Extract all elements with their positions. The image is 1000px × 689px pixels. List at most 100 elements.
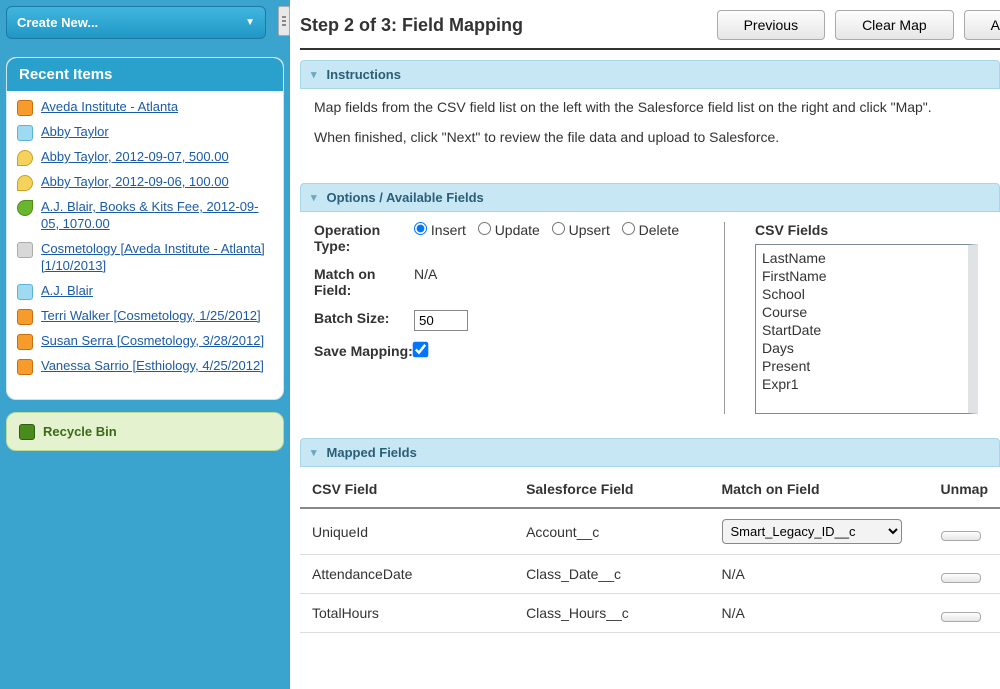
radio-insert-label: Insert [431, 222, 466, 238]
radio-upsert-wrap[interactable]: Upsert [552, 222, 610, 238]
create-new-label: Create New... [17, 15, 98, 30]
radio-update-wrap[interactable]: Update [478, 222, 540, 238]
radio-delete[interactable] [622, 222, 635, 235]
previous-button[interactable]: Previous [717, 10, 825, 40]
recent-item: A.J. Blair, Books & Kits Fee, 2012-09-05… [17, 199, 273, 233]
orange-icon [17, 334, 33, 350]
recent-item-link[interactable]: Aveda Institute - Atlanta [41, 99, 178, 116]
cell-csv-field: TotalHours [300, 594, 514, 633]
col-unmap: Unmap [929, 471, 1000, 508]
chevron-down-icon: ▼ [245, 17, 255, 28]
cell-unmap [929, 594, 1000, 633]
action-button-partial[interactable]: A [964, 10, 1000, 40]
orange-icon [17, 309, 33, 325]
radio-delete-label: Delete [639, 222, 679, 238]
csv-fields-heading: CSV Fields [755, 222, 978, 238]
recent-item: Terri Walker [Cosmetology, 1/25/2012] [17, 308, 273, 325]
blue-icon [17, 284, 33, 300]
recent-item-link[interactable]: A.J. Blair, Books & Kits Fee, 2012-09-05… [41, 199, 273, 233]
cell-unmap [929, 555, 1000, 594]
radio-update[interactable] [478, 222, 491, 235]
recent-item-link[interactable]: Susan Serra [Cosmetology, 3/28/2012] [41, 333, 264, 350]
radio-upsert[interactable] [552, 222, 565, 235]
recent-item-link[interactable]: Vanessa Sarrio [Esthiology, 4/25/2012] [41, 358, 264, 375]
save-mapping-checkbox[interactable] [413, 342, 429, 358]
match-on-field-select[interactable]: Smart_Legacy_ID__c [722, 519, 902, 544]
create-new-button[interactable]: Create New... ▼ [6, 6, 266, 39]
page-title: Step 2 of 3: Field Mapping [300, 15, 707, 36]
csv-field-option[interactable]: StartDate [762, 321, 962, 339]
instructions-line-1: Map fields from the CSV field list on th… [314, 99, 986, 115]
options-divider [724, 222, 725, 414]
table-row: AttendanceDateClass_Date__cN/A [300, 555, 1000, 594]
table-header-row: CSV Field Salesforce Field Match on Fiel… [300, 471, 1000, 508]
instructions-line-2: When finished, click "Next" to review th… [314, 129, 986, 145]
csv-field-option[interactable]: Present [762, 357, 962, 375]
col-sf-field: Salesforce Field [514, 471, 709, 508]
blue-icon [17, 125, 33, 141]
radio-insert-wrap[interactable]: Insert [414, 222, 466, 238]
options-header[interactable]: Options / Available Fields [300, 183, 1000, 212]
mapped-fields-table: CSV Field Salesforce Field Match on Fiel… [300, 471, 1000, 633]
yellow-icon [17, 150, 33, 166]
csv-field-option[interactable]: School [762, 285, 962, 303]
radio-delete-wrap[interactable]: Delete [622, 222, 679, 238]
table-row: TotalHoursClass_Hours__cN/A [300, 594, 1000, 633]
instructions-body: Map fields from the CSV field list on th… [300, 89, 1000, 183]
cell-match-field: N/A [710, 594, 929, 633]
operation-type-label: Operation Type: [314, 222, 414, 254]
col-match-field: Match on Field [710, 471, 929, 508]
csv-field-option[interactable]: FirstName [762, 267, 962, 285]
recent-item-link[interactable]: Cosmetology [Aveda Institute - Atlanta] … [41, 241, 273, 275]
csv-fields-listbox[interactable]: LastNameFirstNameSchoolCourseStartDateDa… [755, 244, 978, 414]
recycle-icon [19, 424, 35, 440]
csv-field-option[interactable]: Expr1 [762, 375, 962, 393]
radio-upsert-label: Upsert [569, 222, 610, 238]
recycle-bin-link[interactable]: Recycle Bin [6, 412, 284, 451]
green-icon [17, 200, 33, 216]
radio-update-label: Update [495, 222, 540, 238]
wizard-header: Step 2 of 3: Field Mapping Previous Clea… [300, 10, 1000, 50]
recent-item-link[interactable]: Abby Taylor, 2012-09-06, 100.00 [41, 174, 229, 191]
options-body: Operation Type: Insert Update Upsert Del… [300, 212, 1000, 438]
recent-items-header: Recent Items [7, 58, 283, 91]
recent-item-link[interactable]: Abby Taylor [41, 124, 109, 141]
recent-item: A.J. Blair [17, 283, 273, 300]
recent-item: Aveda Institute - Atlanta [17, 99, 273, 116]
orange-icon [17, 359, 33, 375]
csv-field-option[interactable]: Course [762, 303, 962, 321]
csv-field-option[interactable]: Days [762, 339, 962, 357]
csv-field-option[interactable]: LastName [762, 249, 962, 267]
batch-size-input[interactable] [414, 310, 468, 331]
unmap-button[interactable] [941, 612, 981, 622]
options-left-column: Operation Type: Insert Update Upsert Del… [314, 222, 694, 414]
operation-type-radios: Insert Update Upsert Delete [414, 222, 694, 254]
recent-item-link[interactable]: Terri Walker [Cosmetology, 1/25/2012] [41, 308, 261, 325]
recent-item: Abby Taylor [17, 124, 273, 141]
recent-item-link[interactable]: Abby Taylor, 2012-09-07, 500.00 [41, 149, 229, 166]
clear-map-button[interactable]: Clear Map [835, 10, 954, 40]
sidebar-collapse-handle[interactable] [278, 6, 290, 36]
main-content: Step 2 of 3: Field Mapping Previous Clea… [290, 0, 1000, 689]
cell-csv-field: AttendanceDate [300, 555, 514, 594]
orange-icon [17, 100, 33, 116]
unmap-button[interactable] [941, 573, 981, 583]
recent-items-list: Aveda Institute - Atlanta Abby Taylor Abby… [7, 91, 283, 399]
save-mapping-label: Save Mapping: [314, 343, 414, 359]
recent-item: Susan Serra [Cosmetology, 3/28/2012] [17, 333, 273, 350]
recent-item: Vanessa Sarrio [Esthiology, 4/25/2012] [17, 358, 273, 375]
unmap-button[interactable] [941, 531, 981, 541]
radio-insert[interactable] [414, 222, 427, 235]
cell-csv-field: UniqueId [300, 508, 514, 555]
table-row: UniqueIdAccount__c Smart_Legacy_ID__c [300, 508, 1000, 555]
recent-item: Cosmetology [Aveda Institute - Atlanta] … [17, 241, 273, 275]
recent-item-link[interactable]: A.J. Blair [41, 283, 93, 300]
batch-size-label: Batch Size: [314, 310, 414, 331]
cell-sf-field: Account__c [514, 508, 709, 555]
cell-sf-field: Class_Hours__c [514, 594, 709, 633]
recent-item: Abby Taylor, 2012-09-07, 500.00 [17, 149, 273, 166]
match-on-field-label: Match on Field: [314, 266, 414, 298]
mapped-fields-header[interactable]: Mapped Fields [300, 438, 1000, 467]
instructions-header[interactable]: Instructions [300, 60, 1000, 89]
cell-unmap [929, 508, 1000, 555]
